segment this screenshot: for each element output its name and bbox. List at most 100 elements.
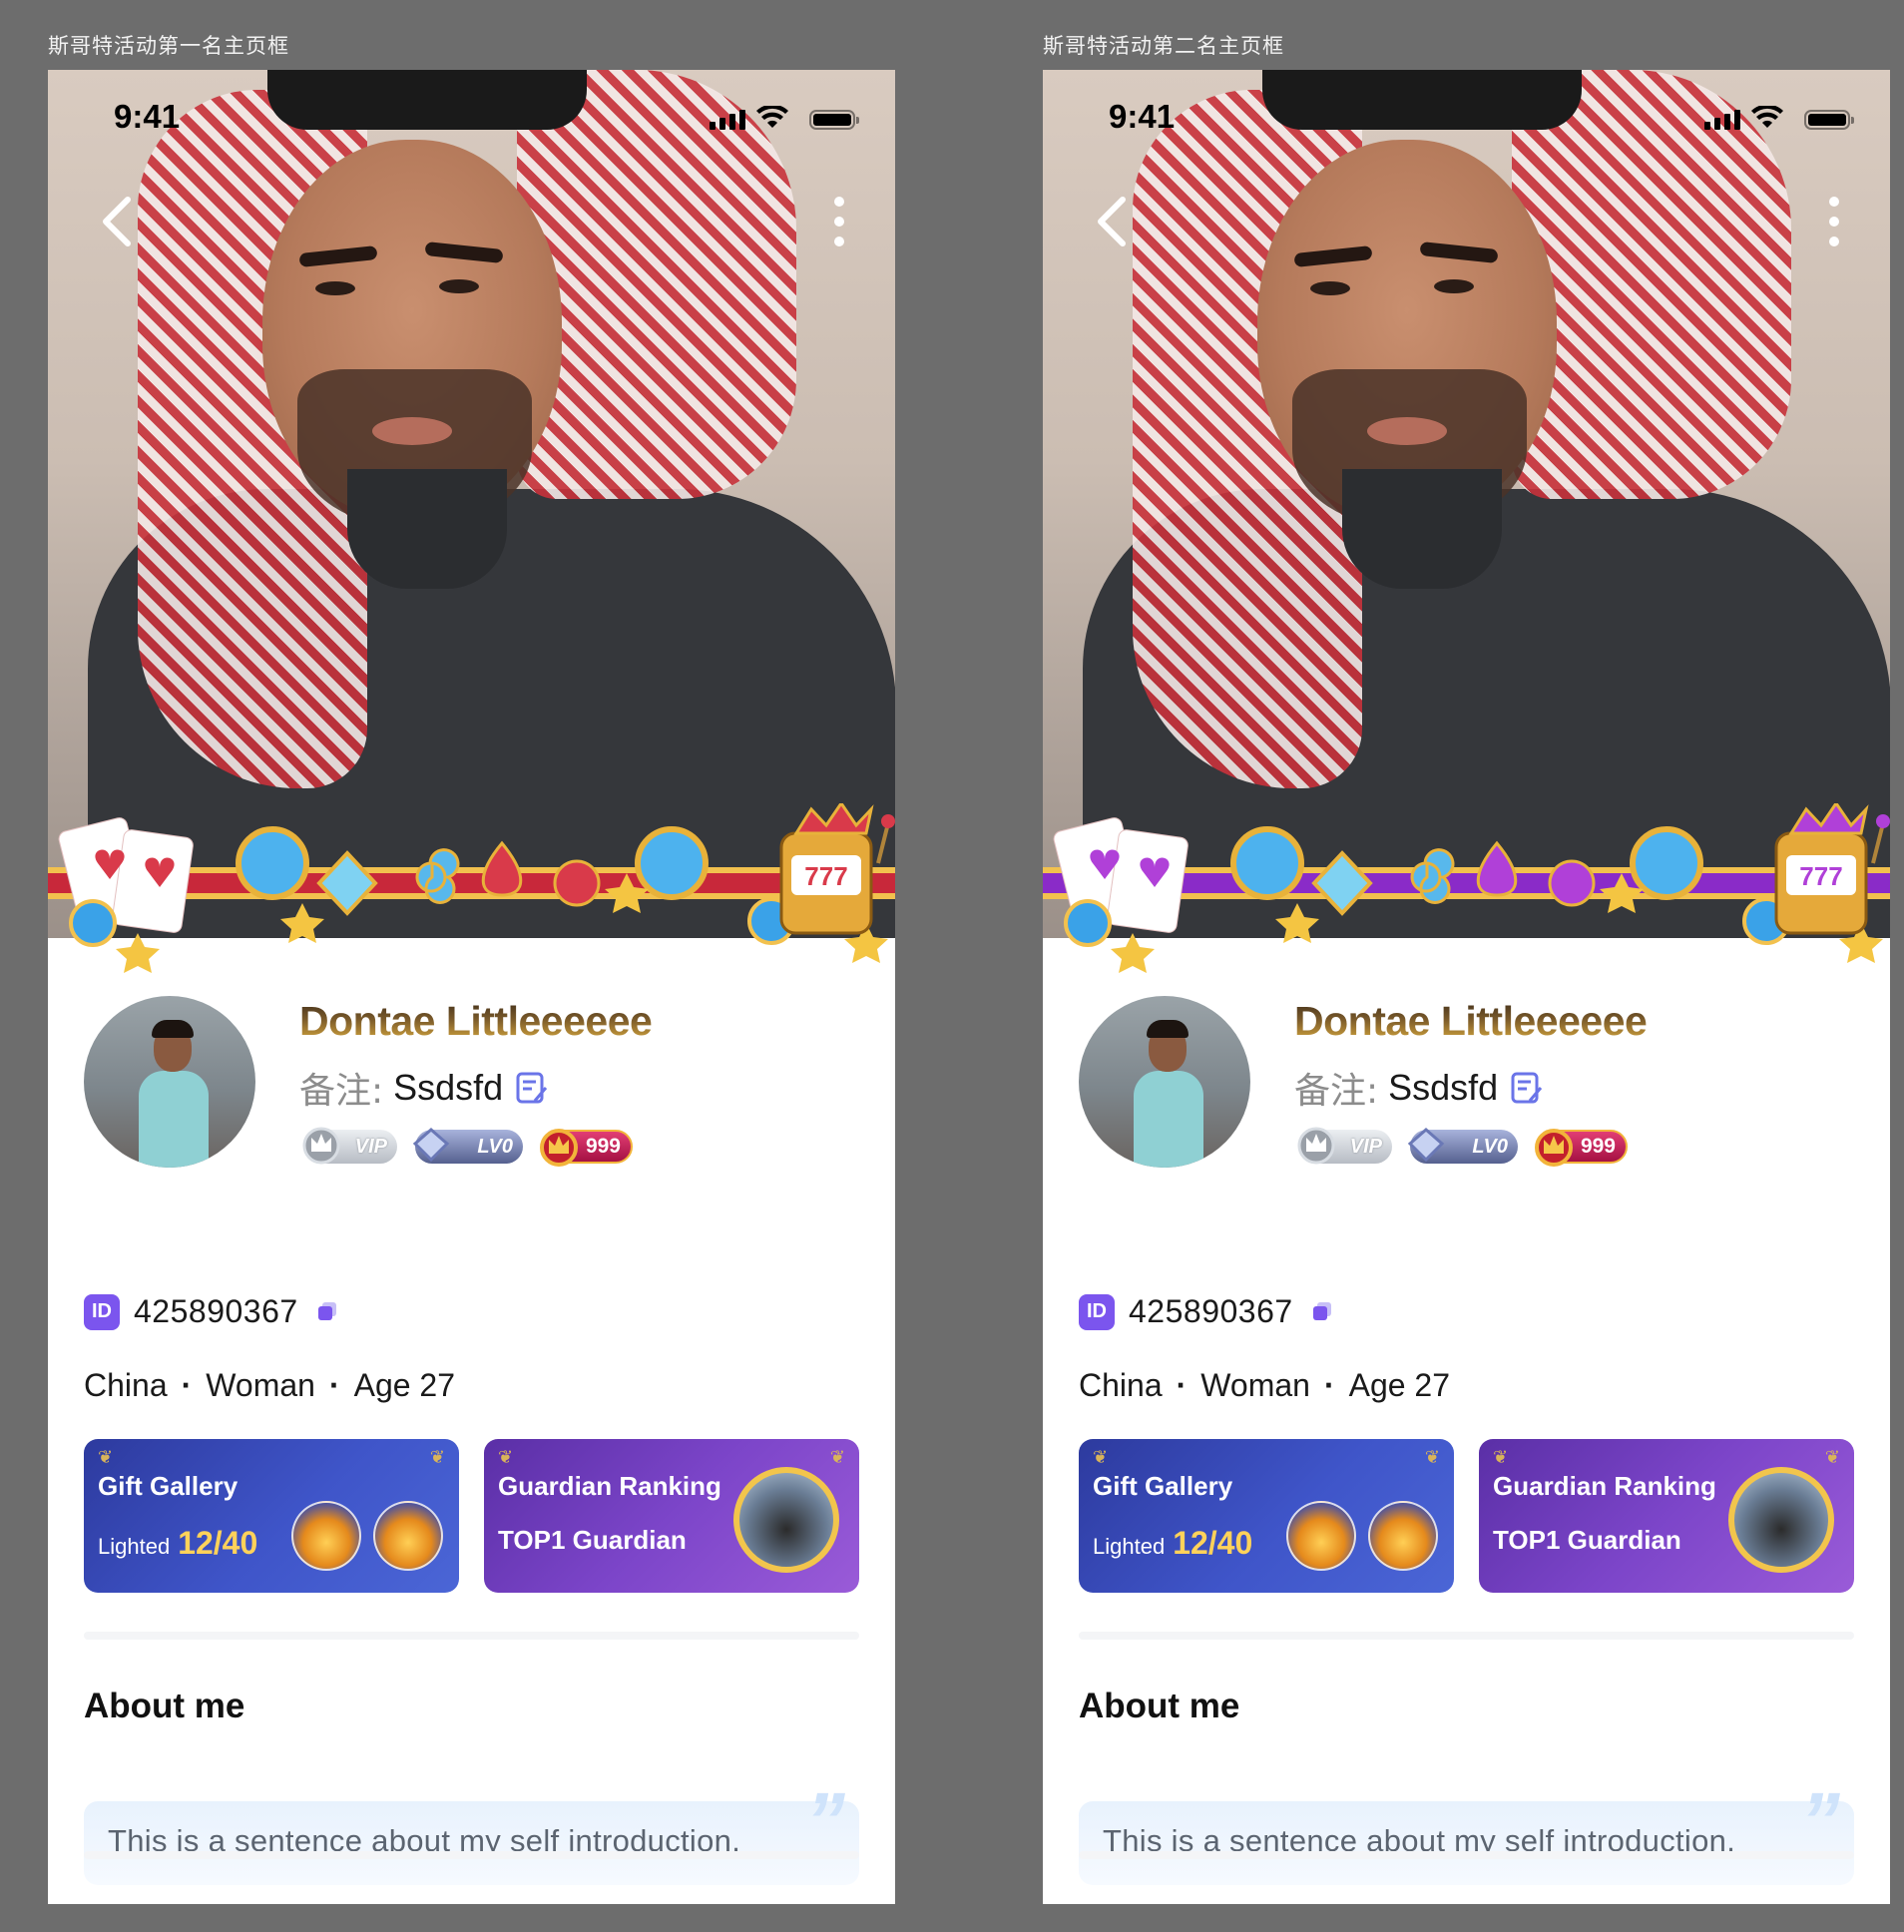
svg-text:777: 777 [804, 861, 847, 891]
remark-value: Ssdsfd [393, 1067, 504, 1108]
basic-info-row: China · Woman · Age 27 [84, 1367, 455, 1404]
gift-gallery-card[interactable]: ❦ ❦ Gift Gallery Lighted 12/40 [84, 1439, 459, 1593]
vip-badge[interactable]: VIP [1297, 1127, 1392, 1165]
user-id: 425890367 [134, 1293, 298, 1329]
profile-screen-second: 9:41 777 Dontae Littleeeeee 备注: Ssdsfd V… [1043, 70, 1890, 1904]
section-divider [1079, 1632, 1854, 1640]
remark-label: 备注: [299, 1071, 384, 1112]
ornament-icon: ❦ [498, 1447, 514, 1467]
ornament-icon: ❦ [829, 1447, 845, 1467]
cellular-signal-icon [710, 110, 745, 130]
id-tag-icon: ID [1079, 1293, 1115, 1330]
gift-gallery-card[interactable]: ❦ ❦ Gift Gallery Lighted 12/40 [1079, 1439, 1454, 1593]
level-diamond-icon [1407, 1128, 1445, 1163]
age-label: Age 27 [353, 1367, 456, 1403]
svg-text:777: 777 [1799, 861, 1842, 891]
level-diamond-icon [412, 1128, 450, 1163]
vip-crown-icon [1297, 1127, 1335, 1165]
username: Dontae Littleeeeee [1294, 998, 1648, 1044]
ornament-icon: ❦ [1424, 1447, 1440, 1467]
status-bar: 9:41 [1043, 70, 1890, 160]
back-chevron-icon[interactable] [92, 190, 146, 253]
vip-badge[interactable]: VIP [302, 1127, 397, 1165]
ornament-icon: ❦ [429, 1447, 445, 1467]
badge-row: VIP LV0 999 [302, 1127, 633, 1167]
top-guardian-label: TOP1 Guardian [1493, 1525, 1681, 1555]
profile-screen-first: 9:41 777 Dontae Littleeeeee 备注: Ssdsfd V… [48, 70, 895, 1904]
guardian-ranking-card[interactable]: ❦ ❦ Guardian Ranking TOP1 Guardian [484, 1439, 859, 1593]
gift-gallery-title: Gift Gallery [1093, 1471, 1233, 1501]
edit-remark-icon[interactable] [515, 1071, 549, 1105]
wealth-crown-icon [1535, 1129, 1573, 1167]
status-bar: 9:41 [48, 70, 895, 160]
separator-dot: · [328, 1367, 340, 1403]
username: Dontae Littleeeeee [299, 998, 653, 1044]
section-divider [84, 1632, 859, 1640]
vip-badge-label: VIP [354, 1135, 387, 1158]
guardian-avatar-frame [733, 1467, 839, 1573]
gift-gallery-progress: Lighted 12/40 [98, 1525, 257, 1562]
gender-label: Woman [206, 1367, 315, 1403]
about-me-heading: About me [84, 1687, 245, 1725]
lighted-label: Lighted [98, 1534, 171, 1559]
status-time: 9:41 [1109, 98, 1176, 135]
guardian-ranking-title: Guardian Ranking [498, 1471, 721, 1501]
level-badge[interactable]: LV0 [412, 1128, 523, 1164]
cellular-signal-icon [1704, 110, 1740, 130]
user-id-row: ID 425890367 [84, 1293, 340, 1330]
more-options-icon[interactable] [1822, 192, 1846, 251]
vip-crown-icon [302, 1127, 340, 1165]
frame-label-first: 斯哥特活动第一名主页框 [48, 34, 289, 58]
gift-trophy-icon [1286, 1501, 1356, 1571]
wifi-icon [756, 106, 788, 128]
ranking-decoration-frame: 777 [1043, 803, 1890, 973]
avatar[interactable] [1079, 996, 1250, 1168]
lighted-label: Lighted [1093, 1534, 1166, 1559]
frame-label-second: 斯哥特活动第二名主页框 [1043, 34, 1284, 58]
wealth-badge[interactable]: 999 [1535, 1129, 1628, 1167]
section-divider [1079, 1851, 1854, 1859]
more-options-icon[interactable] [827, 192, 851, 251]
battery-icon [809, 110, 859, 130]
self-introduction-box: ” This is a sentence about my self intro… [84, 1781, 859, 1885]
section-divider [84, 1851, 859, 1859]
guardian-avatar-frame [1728, 1467, 1834, 1573]
copy-icon[interactable] [314, 1299, 340, 1325]
edit-remark-icon[interactable] [1510, 1071, 1544, 1105]
ornament-icon: ❦ [1093, 1447, 1109, 1467]
country-label: China [1079, 1367, 1163, 1403]
user-id-row: ID 425890367 [1079, 1293, 1335, 1330]
back-chevron-icon[interactable] [1087, 190, 1141, 253]
gift-gallery-progress: Lighted 12/40 [1093, 1525, 1252, 1562]
country-label: China [84, 1367, 168, 1403]
lighted-count: 12/40 [1173, 1525, 1253, 1561]
ornament-icon: ❦ [98, 1447, 114, 1467]
battery-icon [1804, 110, 1854, 130]
remark-value: Ssdsfd [1388, 1067, 1499, 1108]
status-time: 9:41 [114, 98, 181, 135]
copy-icon[interactable] [1309, 1299, 1335, 1325]
level-badge-label: LV0 [1472, 1135, 1508, 1158]
gift-trophy-icon [1368, 1501, 1438, 1571]
self-introduction-box: ” This is a sentence about my self intro… [1079, 1781, 1854, 1885]
separator-dot: · [1176, 1367, 1188, 1403]
gift-trophy-icon [373, 1501, 443, 1571]
level-badge-label: LV0 [477, 1135, 513, 1158]
separator-dot: · [181, 1367, 193, 1403]
level-badge[interactable]: LV0 [1407, 1128, 1518, 1164]
user-id: 425890367 [1129, 1293, 1293, 1329]
about-me-heading: About me [1079, 1687, 1240, 1725]
ornament-icon: ❦ [1824, 1447, 1840, 1467]
avatar[interactable] [84, 996, 255, 1168]
badge-row: VIP LV0 999 [1297, 1127, 1628, 1167]
wealth-badge-label: 999 [585, 1135, 621, 1158]
remark-row: 备注: Ssdsfd [1294, 1062, 1544, 1114]
basic-info-row: China · Woman · Age 27 [1079, 1367, 1450, 1404]
separator-dot: · [1323, 1367, 1335, 1403]
top-guardian-label: TOP1 Guardian [498, 1525, 687, 1555]
guardian-ranking-card[interactable]: ❦ ❦ Guardian Ranking TOP1 Guardian [1479, 1439, 1854, 1593]
quote-mark-icon: ” [805, 1776, 845, 1865]
wealth-badge[interactable]: 999 [540, 1129, 633, 1167]
ornament-icon: ❦ [1493, 1447, 1509, 1467]
remark-label: 备注: [1294, 1071, 1379, 1112]
